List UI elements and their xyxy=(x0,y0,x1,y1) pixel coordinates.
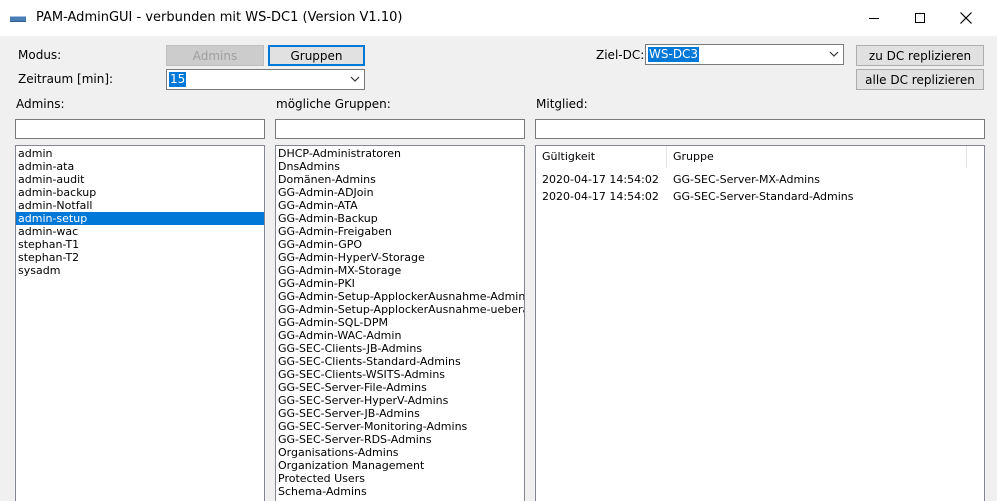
groups-filter-input[interactable] xyxy=(275,119,525,139)
group-list-item[interactable]: GG-SEC-Server-File-Admins xyxy=(276,381,524,394)
group-list-item[interactable]: GG-SEC-Server-Monitoring-Admins xyxy=(276,420,524,433)
admins-mode-button[interactable]: Admins xyxy=(166,45,264,66)
admin-list-item[interactable]: stephan-T1 xyxy=(16,238,264,251)
group-list-item[interactable]: Schema-Admins xyxy=(276,485,524,498)
replicate-all-dc-button[interactable]: alle DC replizieren xyxy=(856,69,984,90)
admin-list-item[interactable]: admin-audit xyxy=(16,173,264,186)
ziel-dc-value: WS-DC3 xyxy=(648,47,700,62)
table-row[interactable]: 2020-04-17 14:54:02 GG-SEC-Server-MX-Admi… xyxy=(536,171,984,188)
ziel-dc-label: Ziel-DC: xyxy=(596,48,645,62)
group-list-item[interactable]: GG-Admin-ATA xyxy=(276,199,524,212)
group-list-item[interactable]: GG-SEC-Server-JB-Admins xyxy=(276,407,524,420)
column-header-gruppe[interactable]: Gruppe xyxy=(667,146,966,168)
cell-gueltigkeit: 2020-04-17 14:54:02 xyxy=(542,173,659,186)
mitglied-label: Mitglied: xyxy=(536,97,588,111)
column-header-gueltigkeit[interactable]: Gültigkeit xyxy=(536,146,666,168)
cell-gueltigkeit: 2020-04-17 14:54:02 xyxy=(542,190,659,203)
app-icon xyxy=(10,16,26,22)
group-list-item[interactable]: GG-SEC-Clients-Standard-Admins xyxy=(276,355,524,368)
groups-list[interactable]: DHCP-Administratoren DnsAdmins Domänen-Adm… xyxy=(275,145,525,501)
title-bar[interactable]: PAM-AdminGUI - verbunden mit WS-DC1 (Ver… xyxy=(0,0,997,36)
window-title: PAM-AdminGUI - verbunden mit WS-DC1 (Ver… xyxy=(36,10,403,25)
admin-list-item[interactable]: admin-Notfall xyxy=(16,199,264,212)
group-list-item[interactable]: GG-Admin-HyperV-Storage xyxy=(276,251,524,264)
group-list-item[interactable]: GG-Admin-GPO xyxy=(276,238,524,251)
admin-list-item[interactable]: admin xyxy=(16,147,264,160)
admin-list-item[interactable]: admin-wac xyxy=(16,225,264,238)
chevron-down-icon xyxy=(350,76,360,82)
cell-gruppe: GG-SEC-Server-Standard-Admins xyxy=(673,190,854,203)
minimize-icon xyxy=(869,18,879,19)
admins-list[interactable]: admin admin-ata admin-audit admin-backup adm… xyxy=(15,145,265,501)
group-list-item[interactable]: Protected Users xyxy=(276,472,524,485)
group-list-item[interactable]: GG-Admin-Setup-ApplockerAusnahme-AdminDi… xyxy=(276,290,524,303)
admin-list-item[interactable]: sysadm xyxy=(16,264,264,277)
listview-header: Gültigkeit Gruppe xyxy=(536,146,984,168)
zeitraum-combo[interactable]: 15 xyxy=(166,69,365,90)
modus-label: Modus: xyxy=(18,48,62,62)
group-list-item[interactable]: GG-Admin-WAC-Admin xyxy=(276,329,524,342)
mitglied-listview[interactable]: Gültigkeit Gruppe 2020-04-17 14:54:02 GG-… xyxy=(535,145,985,501)
group-list-item[interactable]: Organisations-Admins xyxy=(276,446,524,459)
ziel-dc-combo[interactable]: WS-DC3 xyxy=(645,44,844,65)
cell-gruppe: GG-SEC-Server-MX-Admins xyxy=(673,173,820,186)
mitglied-filter-input[interactable] xyxy=(535,119,985,139)
chevron-down-icon xyxy=(829,51,839,57)
group-list-item[interactable]: Organization Management xyxy=(276,459,524,472)
group-list-item[interactable]: GG-Admin-Freigaben xyxy=(276,225,524,238)
zeitraum-label: Zeitraum [min]: xyxy=(18,72,114,86)
gruppen-mode-button[interactable]: Gruppen xyxy=(268,45,365,66)
admin-list-item[interactable]: admin-setup xyxy=(16,212,264,225)
group-list-item[interactable]: GG-SEC-Server-HyperV-Admins xyxy=(276,394,524,407)
maximize-button[interactable] xyxy=(897,0,943,36)
group-list-item[interactable]: DnsAdmins xyxy=(276,160,524,173)
group-list-item[interactable]: GG-Admin-SQL-DPM xyxy=(276,316,524,329)
minimize-button[interactable] xyxy=(851,0,897,36)
admin-list-item[interactable]: admin-ata xyxy=(16,160,264,173)
groups-label: mögliche Gruppen: xyxy=(276,97,391,111)
zeitraum-value: 15 xyxy=(169,72,187,87)
replicate-to-dc-button[interactable]: zu DC replizieren xyxy=(856,45,984,66)
group-list-item[interactable]: GG-Admin-MX-Storage xyxy=(276,264,524,277)
group-list-item[interactable]: GG-Admin-ADJoin xyxy=(276,186,524,199)
group-list-item[interactable]: Domänen-Admins xyxy=(276,173,524,186)
table-row[interactable]: 2020-04-17 14:54:02 GG-SEC-Server-Standar… xyxy=(536,188,984,205)
group-list-item[interactable]: GG-Admin-Setup-ApplockerAusnahme-ueberal… xyxy=(276,303,524,316)
close-button[interactable] xyxy=(943,0,989,36)
group-list-item[interactable]: GG-SEC-Clients-WSITS-Admins xyxy=(276,368,524,381)
admin-list-item[interactable]: admin-backup xyxy=(16,186,264,199)
admins-label: Admins: xyxy=(16,97,65,111)
group-list-item[interactable]: GG-SEC-Clients-JB-Admins xyxy=(276,342,524,355)
group-list-item[interactable]: DHCP-Administratoren xyxy=(276,147,524,160)
maximize-icon xyxy=(915,13,925,23)
close-icon xyxy=(960,12,972,24)
group-list-item[interactable]: GG-Admin-Backup xyxy=(276,212,524,225)
column-separator[interactable] xyxy=(966,146,967,168)
main-window: PAM-AdminGUI - verbunden mit WS-DC1 (Ver… xyxy=(0,0,997,501)
group-list-item[interactable]: GG-SEC-Server-RDS-Admins xyxy=(276,433,524,446)
admin-list-item[interactable]: stephan-T2 xyxy=(16,251,264,264)
admins-filter-input[interactable] xyxy=(15,119,265,139)
group-list-item[interactable]: GG-Admin-PKI xyxy=(276,277,524,290)
